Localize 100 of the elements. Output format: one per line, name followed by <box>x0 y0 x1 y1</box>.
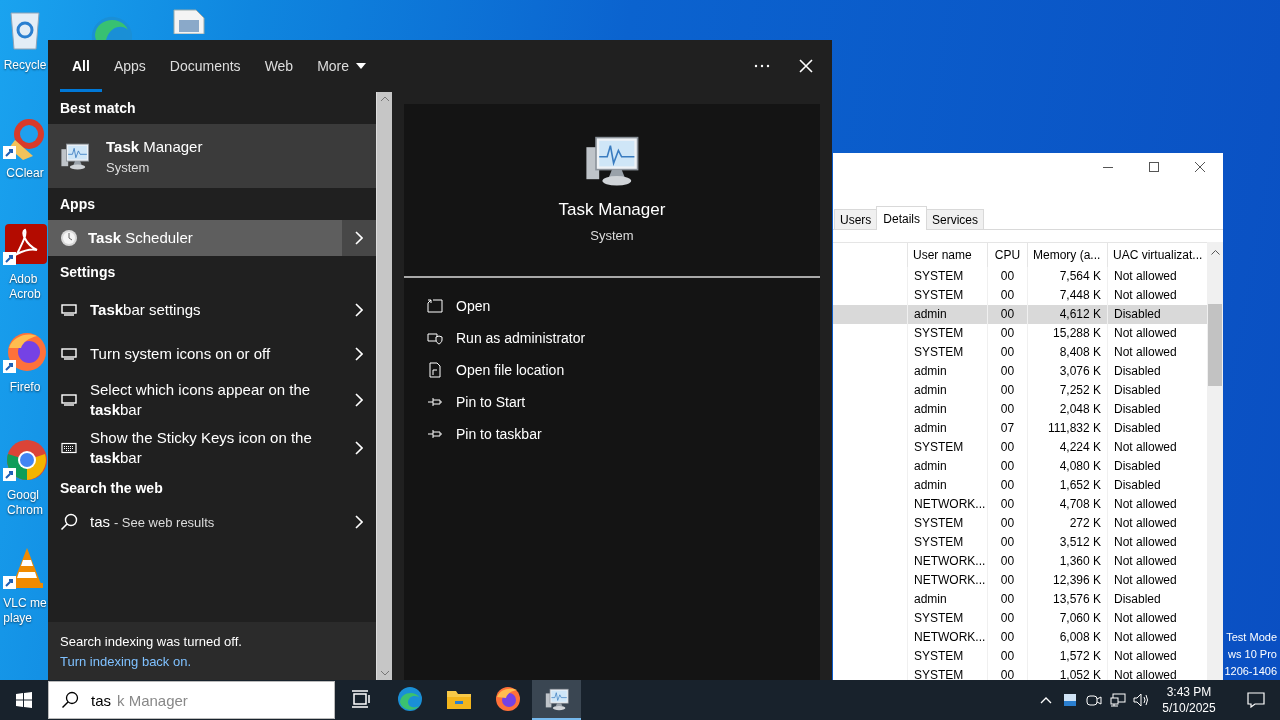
table-cell: 1,360 K <box>1027 552 1107 571</box>
search-result[interactable]: Task Scheduler <box>48 220 342 256</box>
window-tab[interactable]: Services <box>926 209 985 229</box>
search-result[interactable]: tas - See web results <box>48 504 342 540</box>
action-item[interactable]: Run as administrator <box>404 322 586 354</box>
scroll-down-icon <box>379 670 390 676</box>
table-cell: 00 <box>987 495 1027 514</box>
pdf-app-icon[interactable] <box>3 222 47 266</box>
search-result[interactable]: Task Manager System <box>48 124 376 188</box>
table-cell: 4,080 K <box>1027 457 1107 476</box>
column-header[interactable]: CPU <box>987 243 1027 267</box>
column-header[interactable]: User name <box>907 243 987 267</box>
search-input[interactable]: tas <box>91 691 117 709</box>
desktop-icon-label: Acrob <box>9 287 41 302</box>
table-cell: 3,512 K <box>1027 533 1107 552</box>
table-cell: 00 <box>987 590 1027 609</box>
scroll-up-icon <box>379 96 390 102</box>
table-cell: NETWORK... <box>907 628 987 647</box>
table-cell: admin <box>907 419 987 438</box>
chevron-right-icon <box>355 347 363 361</box>
windows-logo-icon <box>16 692 32 708</box>
table-cell: admin <box>907 305 987 324</box>
broom-icon[interactable] <box>3 116 47 160</box>
table-cell: 111,832 K <box>1027 419 1107 438</box>
table-cell: NETWORK... <box>907 571 987 590</box>
fox-browser-icon[interactable] <box>3 330 47 374</box>
action-item[interactable]: Open <box>404 290 491 322</box>
filter-tab[interactable]: All <box>60 40 102 92</box>
scrollbar[interactable] <box>376 92 392 680</box>
table-cell: 272 K <box>1027 514 1107 533</box>
search-suggestion: k Manager <box>117 691 188 709</box>
scrollbar[interactable] <box>1207 242 1223 680</box>
browser-icon[interactable] <box>3 438 47 482</box>
test-mode-text: Test Mode <box>1226 630 1277 645</box>
search-result[interactable]: Show the Sticky Keys icon on the taskbar <box>48 424 342 472</box>
desktop-icon-label: Recycle <box>3 58 47 73</box>
table-cell: admin <box>907 381 987 400</box>
window-tab[interactable]: Details <box>876 206 928 230</box>
table-cell: 4,224 K <box>1027 438 1107 457</box>
table-cell: 00 <box>987 628 1027 647</box>
clock[interactable]: 3:43 PM 5/10/2025 <box>1154 684 1224 716</box>
filter-tab[interactable]: More <box>305 40 379 92</box>
table-cell: 1,572 K <box>1027 647 1107 666</box>
desktop-icon-label: Firefo <box>9 380 41 395</box>
filter-tab[interactable]: Documents <box>157 40 253 92</box>
table-cell: 00 <box>987 381 1027 400</box>
action-item[interactable]: Open file location <box>404 354 565 386</box>
search-box[interactable]: tas k Manager <box>48 681 335 719</box>
search-result[interactable]: Taskbar settings <box>48 288 342 332</box>
table-cell: admin <box>907 400 987 419</box>
preview-title: Task Manager <box>558 200 666 220</box>
chevron-right-icon <box>355 515 363 529</box>
section-heading: Search the web <box>59 479 164 498</box>
test-mode-text: 1206-1406 <box>1224 664 1277 679</box>
scroll-up-icon <box>1210 249 1220 255</box>
desktop-icon-label: Googl <box>7 488 40 503</box>
display-icon <box>61 304 77 316</box>
table-cell: SYSTEM <box>907 533 987 552</box>
window-open-icon <box>427 299 443 313</box>
table-row[interactable]: admin 00 4,612 K Disabled <box>833 305 1207 324</box>
table-cell: 15,288 K <box>1027 324 1107 343</box>
minimize-icon <box>1103 166 1113 168</box>
table-cell: 00 <box>987 400 1027 419</box>
indexing-link[interactable]: Turn indexing back on. <box>60 654 192 669</box>
expand-button[interactable] <box>342 220 376 256</box>
table-cell: 00 <box>987 552 1027 571</box>
table-cell: 7,564 K <box>1027 267 1107 286</box>
close-icon <box>1195 162 1205 172</box>
table-cell: 7,252 K <box>1027 381 1107 400</box>
chevron-right-icon <box>355 303 363 317</box>
shield-icon <box>427 331 443 345</box>
table-cell: 00 <box>987 533 1027 552</box>
maximize-icon <box>1149 162 1159 172</box>
table-cell: admin <box>907 476 987 495</box>
table-cell: 00 <box>987 647 1027 666</box>
taskbar-app[interactable] <box>532 680 581 720</box>
chevron-right-icon <box>355 231 363 245</box>
action-item[interactable]: Pin to taskbar <box>404 418 542 450</box>
speaker-icon <box>1133 693 1151 707</box>
caret-down-icon <box>356 63 367 69</box>
table-cell: 00 <box>987 305 1027 324</box>
column-header[interactable]: Memory (a... <box>1027 243 1107 267</box>
action-item[interactable]: Pin to Start <box>404 386 526 418</box>
table-cell: SYSTEM <box>907 324 987 343</box>
indexing-message: Search indexing was turned off. <box>60 633 243 651</box>
table-cell: admin <box>907 362 987 381</box>
filter-tab[interactable]: Web <box>252 40 306 92</box>
table-cell: admin <box>907 590 987 609</box>
display-icon <box>61 348 77 360</box>
window-tab[interactable]: Users <box>834 209 878 229</box>
table-cell: 00 <box>987 609 1027 628</box>
search-result[interactable]: Select which icons appear on the taskbar <box>48 376 342 424</box>
table-cell: 00 <box>987 514 1027 533</box>
table-cell: 00 <box>987 571 1027 590</box>
table-cell: 13,576 K <box>1027 590 1107 609</box>
search-result[interactable]: Turn system icons on or off <box>48 332 342 376</box>
pin-icon <box>427 396 443 408</box>
scrollbar-thumb[interactable] <box>1208 304 1222 386</box>
filter-tab[interactable]: Apps <box>101 40 158 92</box>
table-cell: 00 <box>987 267 1027 286</box>
